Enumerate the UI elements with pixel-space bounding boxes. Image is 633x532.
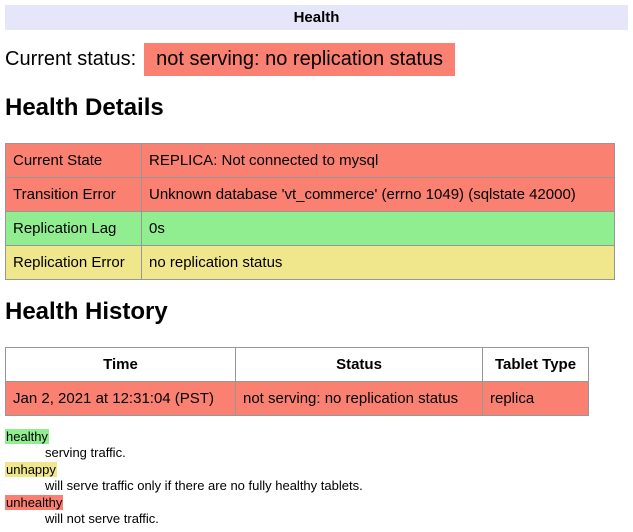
legend: healthy serving traffic. unhappy will se…: [5, 429, 628, 527]
health-details-table: Current State REPLICA: Not connected to …: [5, 143, 615, 280]
detail-value-replication-error: no replication status: [142, 246, 615, 280]
legend-swatch-unhealthy: unhealthy: [5, 495, 63, 510]
legend-swatch-healthy: healthy: [5, 429, 49, 444]
history-status: not serving: no replication status: [236, 382, 483, 416]
detail-label-replication-error: Replication Error: [6, 246, 142, 280]
legend-term-unhappy: unhappy: [5, 462, 628, 478]
history-time: Jan 2, 2021 at 12:31:04 (PST): [6, 382, 236, 416]
detail-value-replication-lag: 0s: [142, 212, 615, 246]
page-header: Health: [5, 5, 628, 30]
table-row: Replication Lag 0s: [6, 212, 615, 246]
health-history-table: Time Status Tablet Type Jan 2, 2021 at 1…: [5, 347, 589, 416]
table-header-row: Time Status Tablet Type: [6, 348, 589, 382]
table-row: Replication Error no replication status: [6, 246, 615, 280]
legend-swatch-unhappy: unhappy: [5, 462, 57, 477]
detail-value-current-state: REPLICA: Not connected to mysql: [142, 144, 615, 178]
current-status-badge: not serving: no replication status: [144, 43, 455, 76]
health-history-heading: Health History: [5, 298, 628, 326]
detail-value-transition-error: Unknown database 'vt_commerce' (errno 10…: [142, 178, 615, 212]
legend-description-healthy: serving traffic.: [45, 445, 628, 461]
legend-term-unhealthy: unhealthy: [5, 495, 628, 511]
table-row: Transition Error Unknown database 'vt_co…: [6, 178, 615, 212]
table-row: Current State REPLICA: Not connected to …: [6, 144, 615, 178]
history-tablet-type: replica: [483, 382, 589, 416]
health-details-heading: Health Details: [5, 94, 628, 122]
column-header-status: Status: [236, 348, 483, 382]
current-status-label: Current status:: [5, 48, 136, 70]
legend-term-healthy: healthy: [5, 429, 628, 445]
detail-label-current-state: Current State: [6, 144, 142, 178]
table-row: Jan 2, 2021 at 12:31:04 (PST) not servin…: [6, 382, 589, 416]
column-header-tablet-type: Tablet Type: [483, 348, 589, 382]
column-header-time: Time: [6, 348, 236, 382]
page-title: Health: [294, 9, 340, 26]
detail-label-transition-error: Transition Error: [6, 178, 142, 212]
legend-description-unhealthy: will not serve traffic.: [45, 511, 628, 527]
legend-description-unhappy: will serve traffic only if there are no …: [45, 478, 628, 494]
current-status-line: Current status: not serving: no replicati…: [5, 43, 628, 76]
detail-label-replication-lag: Replication Lag: [6, 212, 142, 246]
